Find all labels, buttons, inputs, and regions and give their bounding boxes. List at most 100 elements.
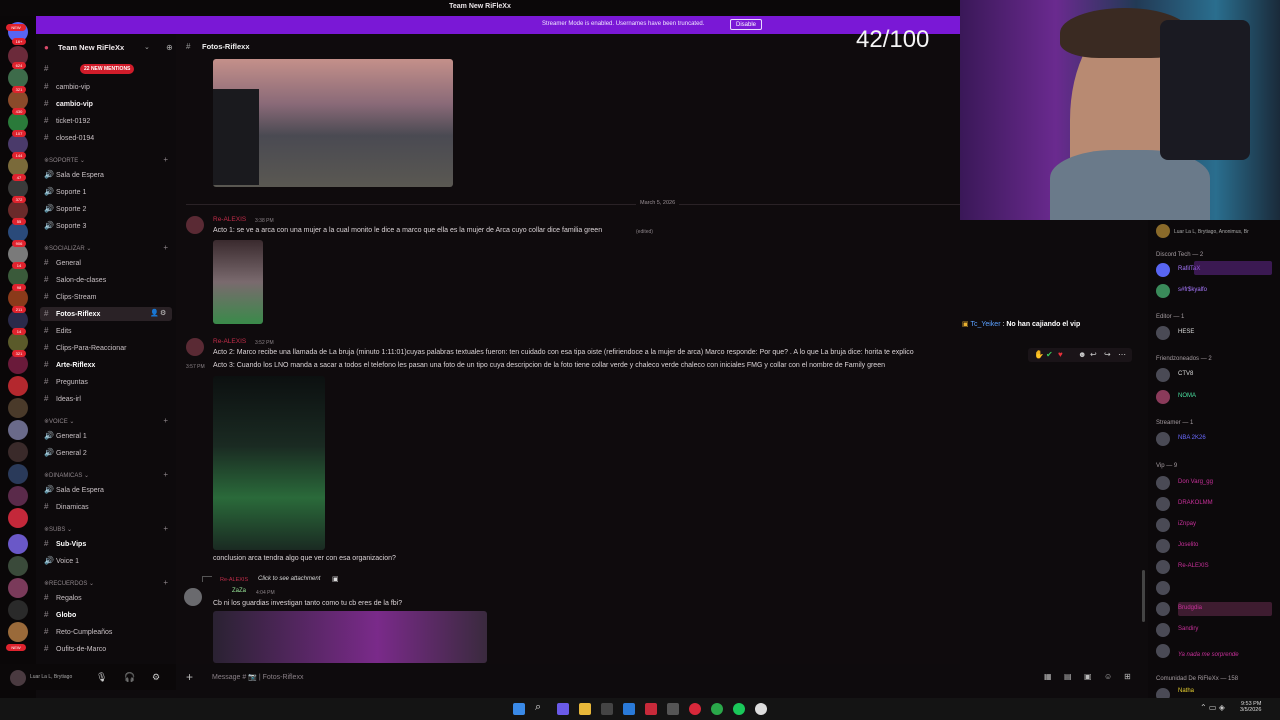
- check-icon[interactable]: ✔: [1046, 350, 1053, 359]
- message-input[interactable]: Message # 📷 | Fotos-Riflexx: [212, 673, 303, 681]
- disable-button[interactable]: Disable: [730, 19, 762, 30]
- server-icon[interactable]: [8, 90, 28, 110]
- server-icon[interactable]: [8, 508, 28, 528]
- attachment-image[interactable]: [213, 240, 263, 324]
- app-icon[interactable]: [623, 703, 635, 715]
- add-attachment-icon[interactable]: +: [186, 670, 193, 684]
- channel-voice[interactable]: 🔊 Soporte 1: [44, 187, 86, 201]
- server-icon[interactable]: [8, 156, 28, 176]
- scrollbar[interactable]: [1142, 570, 1145, 622]
- heart-icon[interactable]: ♥: [1058, 350, 1063, 359]
- server-icon[interactable]: [8, 266, 28, 286]
- channel-item[interactable]: # Arte-Riflexx: [44, 360, 95, 374]
- server-icon[interactable]: [8, 178, 28, 198]
- channel-item[interactable]: # Dinamicas: [44, 502, 89, 516]
- server-icon[interactable]: [8, 68, 28, 88]
- server-icon[interactable]: [8, 600, 28, 620]
- spotify-icon[interactable]: [733, 703, 745, 715]
- microphone-icon[interactable]: 🎙: [96, 672, 107, 683]
- new-mentions-pill[interactable]: 22 NEW MENTIONS: [80, 64, 135, 74]
- add-channel-icon[interactable]: +: [163, 470, 168, 479]
- server-icon[interactable]: [8, 376, 28, 396]
- reply-text[interactable]: Click to see attachment: [258, 576, 320, 582]
- attachment-image[interactable]: [213, 611, 487, 663]
- avatar[interactable]: [184, 588, 202, 606]
- more-icon[interactable]: ⋯: [1118, 350, 1126, 359]
- message-author[interactable]: Re-ALEXIS: [213, 338, 246, 345]
- server-icon[interactable]: [8, 486, 28, 506]
- add-channel-icon[interactable]: +: [163, 578, 168, 587]
- category-recuerdos[interactable]: ※RECUERDOS ⌄: [44, 580, 94, 587]
- emoji-icon[interactable]: ☺: [1104, 672, 1112, 681]
- reply-icon[interactable]: ↩: [1090, 350, 1097, 359]
- server-icon[interactable]: [8, 354, 28, 374]
- avatar[interactable]: [186, 216, 204, 234]
- channel-voice[interactable]: 🔊 General 1: [44, 431, 87, 445]
- channel-item[interactable]: # Globo: [44, 610, 76, 624]
- channel-item[interactable]: # Salon-de-clases: [44, 275, 106, 289]
- channel-item[interactable]: # Sub-Vips: [44, 539, 86, 553]
- channel-voice[interactable]: 🔊 Sala de Espera: [44, 170, 104, 184]
- channel-voice[interactable]: 🔊 General 2: [44, 448, 87, 462]
- folder-icon[interactable]: [579, 703, 591, 715]
- server-icon[interactable]: [8, 288, 28, 308]
- avatar[interactable]: [10, 670, 26, 686]
- channel-item[interactable]: # General: [44, 258, 81, 272]
- server-icon[interactable]: [8, 112, 28, 132]
- channel-item[interactable]: # Regalos: [44, 593, 82, 607]
- channel-voice[interactable]: 🔊 Soporte 2: [44, 204, 86, 218]
- discord-icon[interactable]: [557, 703, 569, 715]
- channel-closed[interactable]: # closed-0194: [44, 133, 94, 147]
- server-icon[interactable]: [8, 398, 28, 418]
- category-socializar[interactable]: ※SOCIALIZAR ⌄: [44, 245, 91, 252]
- channel-voice[interactable]: 🔊 Sala de Espera: [44, 485, 104, 499]
- server-icon[interactable]: [8, 134, 28, 154]
- avatar[interactable]: [186, 338, 204, 356]
- channel-item[interactable]: # Edits: [44, 326, 72, 340]
- reply-author[interactable]: Re-ALEXIS: [220, 577, 248, 583]
- windows-start-icon[interactable]: [513, 703, 525, 715]
- server-icon[interactable]: [8, 244, 28, 264]
- add-friend-icon[interactable]: ⊕: [166, 43, 173, 52]
- category-subs[interactable]: ※SUBS ⌄: [44, 526, 72, 533]
- server-icon[interactable]: [8, 442, 28, 462]
- gift-icon[interactable]: ▦: [1044, 672, 1052, 681]
- gear-icon[interactable]: ⚙: [160, 309, 166, 317]
- channel-item[interactable]: # Reto-Cumpleaños: [44, 627, 112, 641]
- server-icon[interactable]: [8, 222, 28, 242]
- headphones-icon[interactable]: 🎧: [124, 672, 135, 683]
- opera-icon[interactable]: [689, 703, 701, 715]
- gif-icon[interactable]: ▤: [1064, 672, 1072, 681]
- channel-item[interactable]: # Clips-Stream: [44, 292, 96, 306]
- server-icon[interactable]: [8, 578, 28, 598]
- add-channel-icon[interactable]: +: [163, 243, 168, 252]
- twitch-icon[interactable]: [8, 534, 28, 554]
- forward-icon[interactable]: ↪: [1104, 350, 1111, 359]
- app-icon[interactable]: [755, 703, 767, 715]
- app-icon[interactable]: [645, 703, 657, 715]
- attachment-image[interactable]: [213, 376, 325, 550]
- avatar[interactable]: [1156, 224, 1170, 238]
- channel-fotos-riflexx[interactable]: # Fotos-Riflexx: [44, 309, 100, 323]
- category-soporte[interactable]: ※SOPORTE ⌄: [44, 157, 85, 164]
- channel-voice[interactable]: 🔊 Voice 1: [44, 556, 79, 570]
- server-icon[interactable]: [8, 310, 28, 330]
- server-icon[interactable]: [8, 622, 28, 642]
- add-member-icon[interactable]: 👤: [150, 309, 159, 317]
- message-author[interactable]: ZaZa: [232, 588, 246, 594]
- add-channel-icon[interactable]: +: [163, 155, 168, 164]
- app-icon[interactable]: [667, 703, 679, 715]
- attachment-image[interactable]: [213, 59, 453, 187]
- chrome-icon[interactable]: [711, 703, 723, 715]
- server-icon[interactable]: [8, 332, 28, 352]
- channel-cambio-vip[interactable]: # cambio-vip: [44, 82, 90, 96]
- category-voice[interactable]: ※VOICE ⌄: [44, 418, 74, 425]
- message-author[interactable]: Re-ALEXIS: [213, 216, 246, 223]
- channel-item[interactable]: # Preguntas: [44, 377, 88, 391]
- channel-item[interactable]: # Clips-Para-Reaccionar: [44, 343, 126, 357]
- search-icon[interactable]: ⌕: [535, 701, 541, 714]
- server-icon[interactable]: [8, 464, 28, 484]
- server-icon[interactable]: [8, 556, 28, 576]
- app-icon[interactable]: [601, 703, 613, 715]
- add-channel-icon[interactable]: +: [163, 416, 168, 425]
